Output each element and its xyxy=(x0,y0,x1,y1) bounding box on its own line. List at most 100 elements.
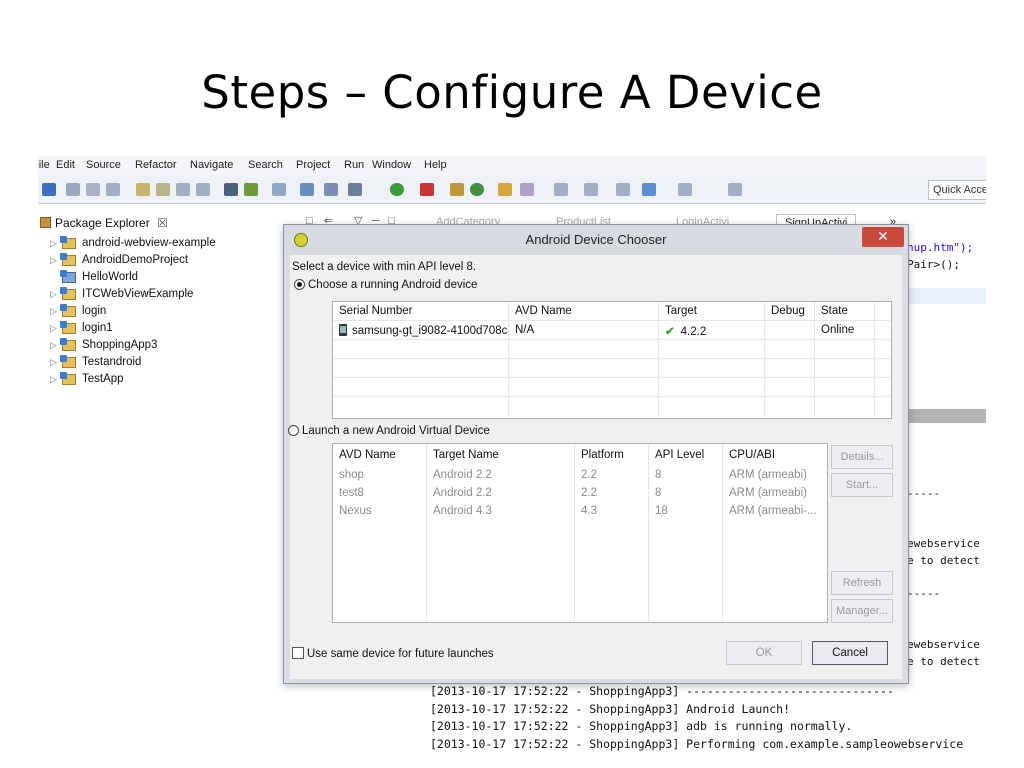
column-header[interactable]: Debug xyxy=(765,302,815,321)
project-icon xyxy=(60,236,76,249)
quick-access-input[interactable]: Quick Access xyxy=(928,180,986,200)
avd-name[interactable]: shop xyxy=(333,466,364,485)
menu-source[interactable]: Source xyxy=(86,159,121,171)
avd-platform: 2.2 xyxy=(581,487,597,499)
project-icon xyxy=(60,372,76,385)
avd-target: Android 2.2 xyxy=(433,487,492,499)
dialog-title: Android Device Chooser xyxy=(525,232,667,247)
debug-icon[interactable] xyxy=(348,183,362,196)
tree-item-label: ITCWebViewExample xyxy=(82,288,194,300)
debug-cell xyxy=(765,321,815,340)
run-icon[interactable] xyxy=(390,183,404,196)
avd-manager-icon[interactable] xyxy=(244,183,258,196)
expand-arrow-icon[interactable]: ▷ xyxy=(50,323,57,334)
toggle2-icon[interactable] xyxy=(196,183,210,196)
next-annotation-icon[interactable] xyxy=(584,183,598,196)
close-icon[interactable]: ☒ xyxy=(157,216,168,230)
save-all-icon[interactable] xyxy=(86,183,100,196)
avd-name[interactable]: Nexus xyxy=(333,502,372,521)
menu-edit[interactable]: Edit xyxy=(56,159,75,171)
project-icon xyxy=(60,287,76,300)
console-line: [2013-10-17 17:52:22 - ShoppingApp3] And… xyxy=(430,701,791,716)
close-button[interactable]: ✕ xyxy=(862,227,904,247)
package-explorer-tab[interactable]: Package Explorer ☒ xyxy=(40,216,168,230)
same-device-checkbox[interactable]: Use same device for future launches xyxy=(292,647,494,660)
column-header[interactable]: State xyxy=(815,302,875,321)
column-header[interactable]: Platform xyxy=(575,446,624,465)
new-package-icon[interactable] xyxy=(470,183,484,196)
avd-name[interactable]: test8 xyxy=(333,484,364,503)
scroll-separator xyxy=(907,409,986,423)
perspective-icon[interactable] xyxy=(728,183,742,196)
sdk-manager-icon[interactable] xyxy=(224,183,238,196)
menu-window[interactable]: Window xyxy=(372,159,411,171)
forward-icon[interactable] xyxy=(642,183,656,196)
pen-icon[interactable] xyxy=(156,183,170,196)
slide-title: Steps – Configure A Device xyxy=(201,66,823,119)
table-row[interactable]: samsung-gt_i9082-4100d708c5... N/A ✔ 4.2.… xyxy=(333,321,891,340)
column-header[interactable]: CPU/ABI xyxy=(723,446,775,465)
menu-project[interactable]: Project xyxy=(296,159,330,171)
nav-icon[interactable] xyxy=(678,183,692,196)
project-icon xyxy=(60,355,76,368)
column-header[interactable]: API Level xyxy=(649,446,704,465)
tree-item-label: AndroidDemoProject xyxy=(82,254,189,266)
checklist-icon[interactable] xyxy=(272,183,286,196)
menu-file[interactable]: File xyxy=(38,159,50,171)
expand-arrow-icon[interactable]: ▷ xyxy=(50,340,57,351)
ok-button[interactable]: OK xyxy=(726,641,802,665)
menu-navigate[interactable]: Navigate xyxy=(190,159,233,171)
launch-avd-label: Launch a new Android Virtual Device xyxy=(302,425,490,437)
menu-help[interactable]: Help xyxy=(424,159,447,171)
search-icon[interactable] xyxy=(520,183,534,196)
avd-platform: 4.3 xyxy=(581,505,597,517)
external-tools-icon[interactable] xyxy=(420,183,434,196)
launch-avd-radio[interactable]: Launch a new Android Virtual Device xyxy=(288,425,490,437)
save-icon[interactable] xyxy=(66,183,80,196)
code-line: Pair>(); xyxy=(907,258,960,271)
tree-item-label: login xyxy=(82,305,107,317)
column-header[interactable]: Target xyxy=(659,302,765,321)
back-icon[interactable] xyxy=(616,183,630,196)
column-header[interactable]: Serial Number xyxy=(333,302,509,321)
column-header[interactable]: AVD Name xyxy=(333,446,396,465)
avd-cell: N/A xyxy=(509,321,659,340)
annotation-icon[interactable] xyxy=(554,183,568,196)
new-class-icon[interactable] xyxy=(450,183,464,196)
expand-arrow-icon[interactable]: ▷ xyxy=(50,289,57,300)
expand-arrow-icon[interactable]: ▷ xyxy=(50,255,57,266)
console-fragment: e to detect xyxy=(907,655,980,668)
expand-arrow-icon[interactable]: ▷ xyxy=(50,306,57,317)
cancel-button[interactable]: Cancel xyxy=(812,641,888,665)
expand-arrow-icon[interactable]: ▷ xyxy=(50,357,57,368)
checkbox-icon[interactable] xyxy=(292,647,304,659)
start-button[interactable]: Start... xyxy=(831,473,893,497)
manager-button[interactable]: Manager... xyxy=(831,599,893,623)
project-icon xyxy=(60,304,76,317)
refresh-button[interactable]: Refresh xyxy=(831,571,893,595)
table-header-row: Serial Number AVD Name Target Debug Stat… xyxy=(333,302,891,321)
debug-config-icon[interactable] xyxy=(136,183,150,196)
toggle-icon[interactable] xyxy=(176,183,190,196)
dialog-titlebar[interactable]: Android Device Chooser ✕ xyxy=(284,225,908,255)
column-header[interactable]: Target Name xyxy=(427,446,499,465)
closed-project-icon xyxy=(60,270,76,283)
package-explorer-title: Package Explorer xyxy=(55,216,150,230)
serial-cell: samsung-gt_i9082-4100d708c5... xyxy=(333,321,509,340)
radio-checked-icon[interactable] xyxy=(294,279,305,290)
target-version: 4.2.2 xyxy=(680,326,707,338)
expand-arrow-icon[interactable]: ▷ xyxy=(50,238,57,249)
print-icon[interactable] xyxy=(106,183,120,196)
running-device-radio[interactable]: Choose a running Android device xyxy=(294,279,477,291)
new-android-icon[interactable] xyxy=(300,183,314,196)
expand-arrow-icon[interactable]: ▷ xyxy=(50,374,57,385)
details-button[interactable]: Details... xyxy=(831,445,893,469)
lint-icon[interactable] xyxy=(324,183,338,196)
column-header[interactable]: AVD Name xyxy=(509,302,659,321)
menu-search[interactable]: Search xyxy=(248,159,283,171)
menu-refactor[interactable]: Refactor xyxy=(135,159,177,171)
menu-run[interactable]: Run xyxy=(344,159,364,171)
new-icon[interactable] xyxy=(42,183,56,196)
open-type-icon[interactable] xyxy=(498,183,512,196)
radio-unchecked-icon[interactable] xyxy=(288,425,299,436)
